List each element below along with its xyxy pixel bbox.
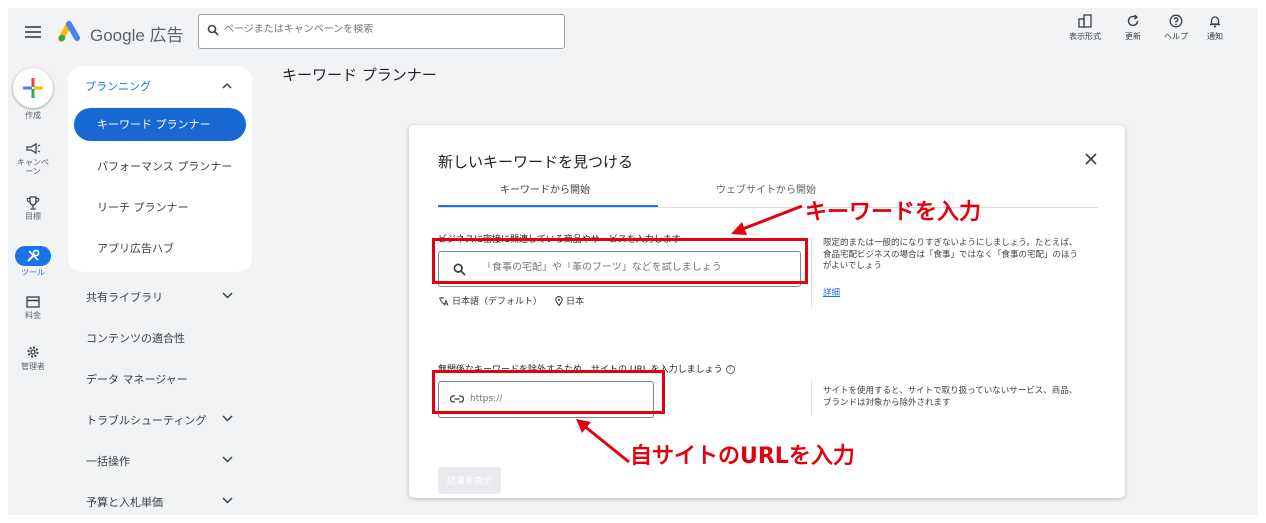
card-icon xyxy=(26,296,40,308)
rail-label: 管理者 xyxy=(21,362,45,371)
help-button[interactable]: ヘルプ xyxy=(1154,14,1198,42)
rail-admin[interactable]: 管理者 xyxy=(8,345,58,371)
active-tab-indicator xyxy=(438,205,658,207)
nav-shared-library[interactable]: 共有ライブラリ xyxy=(86,289,163,305)
display-format-icon xyxy=(1078,14,1092,28)
url-hint: サイトを使用すると、サイトで取り扱っていないサービス、商品、ブランドは対象から除… xyxy=(823,386,1078,408)
keyword-highlight-box xyxy=(432,238,808,284)
search-bar[interactable] xyxy=(198,14,565,49)
rail-label: 作成 xyxy=(25,111,41,120)
rail-label: ツール xyxy=(21,268,45,277)
nav-item-reach-planner[interactable]: リーチ プランナー xyxy=(80,191,246,224)
url-annotation: 自サイトのURLを入力 xyxy=(630,444,855,469)
search-icon xyxy=(207,24,219,36)
nav-troubleshooting[interactable]: トラブルシューティング xyxy=(86,412,206,428)
notifications-button[interactable]: 通知 xyxy=(1193,14,1237,42)
keyword-hint: 限定的または一般的になりすぎないようにしましょう。たとえば、食品宅配ビジネスの場… xyxy=(823,238,1079,271)
app-name: Google 広告 xyxy=(90,26,184,45)
nav-item-keyword-planner[interactable]: キーワード プランナー xyxy=(74,108,246,141)
rail-campaign[interactable]: キャンペーン xyxy=(8,142,58,176)
tools-active-pill xyxy=(15,246,51,266)
location-pin-icon[interactable] xyxy=(555,295,563,306)
planning-nav-card: プランニング キーワード プランナー パフォーマンス プランナー リーチ プラン… xyxy=(68,66,252,272)
app-window: Google 広告 表示形式 更新 ヘルプ xyxy=(8,8,1258,515)
refresh-icon xyxy=(1127,14,1139,27)
create-button[interactable] xyxy=(13,68,53,108)
search-input[interactable] xyxy=(224,24,544,35)
page-title: キーワード プランナー xyxy=(282,66,437,84)
help-icon xyxy=(1169,14,1183,28)
arrow-to-url-icon xyxy=(576,419,630,464)
help-icon[interactable]: ? xyxy=(725,365,735,374)
close-icon[interactable] xyxy=(1085,153,1097,165)
nav-planning-header[interactable]: プランニング xyxy=(85,78,151,94)
rail-label: キャンペーン xyxy=(17,158,49,176)
location-selector[interactable]: 日本 xyxy=(566,294,584,307)
bell-icon xyxy=(1210,16,1220,28)
rail-label: 目標 xyxy=(25,212,41,221)
chevron-down-icon[interactable] xyxy=(222,497,233,504)
chevron-down-icon[interactable] xyxy=(222,415,233,422)
language-location-row: 日本語（デフォルト） 日本 xyxy=(438,294,584,307)
rail-label: 料金 xyxy=(25,311,41,320)
megaphone-icon xyxy=(26,142,41,155)
hint-divider xyxy=(811,237,812,307)
google-ads-logo xyxy=(58,21,80,42)
trophy-icon xyxy=(26,196,40,210)
chevron-down-icon[interactable] xyxy=(222,292,233,299)
details-link[interactable]: 詳細 xyxy=(823,286,840,298)
tool-label: 通知 xyxy=(1207,32,1223,41)
tool-label: 更新 xyxy=(1125,32,1141,41)
arrow-to-keyword-icon xyxy=(731,204,803,235)
gear-icon xyxy=(27,346,39,358)
nav-data-manager[interactable]: データ マネージャー xyxy=(86,371,188,387)
tool-label: 表示形式 xyxy=(1069,32,1101,41)
nav-bulk-actions[interactable]: 一括操作 xyxy=(86,453,130,469)
chevron-down-icon[interactable] xyxy=(222,456,233,463)
rail-billing[interactable]: 料金 xyxy=(8,296,58,320)
rail-create[interactable]: 作成 xyxy=(8,68,58,120)
translate-icon[interactable] xyxy=(438,296,449,306)
tab-start-with-website[interactable]: ウェブサイトから開始 xyxy=(716,181,816,196)
tab-start-with-keywords[interactable]: キーワードから開始 xyxy=(500,181,590,196)
refresh-button[interactable]: 更新 xyxy=(1111,14,1155,42)
language-selector[interactable]: 日本語（デフォルト） xyxy=(452,294,542,307)
chevron-up-icon[interactable] xyxy=(222,82,232,89)
hint-divider xyxy=(811,381,812,415)
tool-label: ヘルプ xyxy=(1164,32,1188,41)
url-highlight-box xyxy=(432,370,665,414)
nav-content-suitability[interactable]: コンテンツの適合性 xyxy=(86,330,185,346)
nav-item-app-ad-hub[interactable]: アプリ広告ハブ xyxy=(80,232,246,265)
nav-budgets-bids[interactable]: 予算と入札単価 xyxy=(86,494,163,510)
show-results-button[interactable]: 結果を表示 xyxy=(438,467,501,494)
rail-goals[interactable]: 目標 xyxy=(8,196,58,221)
rail-tools[interactable]: ツール xyxy=(8,246,58,277)
nav-item-performance-planner[interactable]: パフォーマンス プランナー xyxy=(80,150,246,183)
plus-icon xyxy=(23,78,43,98)
wrench-icon xyxy=(27,249,40,262)
display-format-button[interactable]: 表示形式 xyxy=(1063,14,1107,42)
menu-icon[interactable] xyxy=(25,26,41,38)
dialog-title: 新しいキーワードを見つける xyxy=(438,153,634,171)
keyword-annotation: キーワードを入力 xyxy=(805,200,982,225)
